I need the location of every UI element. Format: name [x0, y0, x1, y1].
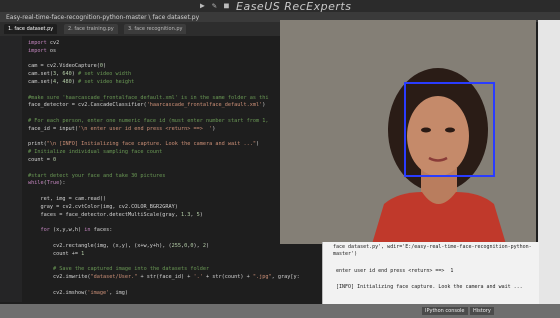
- code-line: print("\n [INFO] Initializing face captu…: [28, 141, 260, 148]
- code-line: import os: [28, 47, 57, 54]
- console-line: enter user id end press <return> ==> 1: [333, 268, 454, 274]
- code-line: # Initialize individual sampling face co…: [28, 149, 163, 156]
- code-line: #start detect your face and take 30 pict…: [28, 172, 166, 179]
- code-line: count += 1: [28, 250, 85, 257]
- code-line: cam.set(4, 480) # set video height: [28, 79, 135, 85]
- code-line: # Save the captured image into the datas…: [53, 266, 210, 273]
- tab-face-training[interactable]: 2. face training.py: [64, 24, 118, 34]
- console-line: master'): [333, 251, 358, 257]
- console-line: [INFO] Initializing face capture. Look t…: [333, 284, 523, 290]
- editor-tabs: 1. face dataset.py 2. face training.py 3…: [0, 22, 300, 36]
- debug-icon[interactable]: ✎: [212, 2, 220, 10]
- stop-icon[interactable]: ■: [224, 2, 232, 10]
- code-line: face_id = input('\n enter user id end pr…: [28, 125, 216, 132]
- ipython-console-tab[interactable]: IPython console: [422, 307, 468, 315]
- code-line: #make sure 'haarcascade_frontalface_defa…: [28, 94, 269, 101]
- code-editor[interactable]: 1import cv22import os34cam = cv2.VideoCa…: [22, 36, 300, 302]
- code-line: for (x,y,w,h) in faces:: [40, 227, 113, 234]
- code-line: cv2.imshow('image', img): [28, 289, 128, 296]
- code-line: face_detector = cv2.CascadeClassifier('h…: [28, 102, 266, 109]
- ipython-console[interactable]: face dataset.py', wdir='E:/easy-real-tim…: [322, 242, 539, 304]
- code-line: cam.set(3, 640) # set video width: [28, 71, 132, 78]
- code-line: cam = cv2.VideoCapture(0): [28, 63, 107, 70]
- tab-face-dataset[interactable]: 1. face dataset.py: [4, 24, 58, 34]
- window-title: Easy-real-time-face-recognition-python-m…: [6, 14, 200, 21]
- code-line: count = 0: [28, 157, 57, 163]
- status-bar: IPython console History: [0, 304, 560, 318]
- code-line: cv2.imwrite("dataset/User." + str(face_i…: [28, 274, 300, 280]
- code-line: cv2.rectangle(img, (x,y), (x+w,y+h), (25…: [28, 242, 210, 249]
- code-line: while(True):: [28, 180, 66, 187]
- console-line: face dataset.py', wdir='E:/easy-real-tim…: [333, 244, 532, 250]
- toolbar: ▶ ✎ ■ EaseUS RecExperts: [0, 0, 560, 13]
- camera-image-window: [280, 20, 536, 244]
- code-line: import cv2: [28, 40, 60, 46]
- code-line: gray = cv2.cvtColor(img, cv2.COLOR_BGR2G…: [28, 203, 178, 210]
- history-tab[interactable]: History: [470, 307, 494, 315]
- webcam-frame: [280, 20, 536, 244]
- tab-face-recognition[interactable]: 3. face recognition.py: [124, 24, 187, 34]
- side-panel: [538, 20, 560, 304]
- code-line: faces = face_detector.detectMultiScale(g…: [28, 211, 203, 218]
- code-line: # For each person, enter one numeric fac…: [28, 118, 269, 124]
- line-gutter: [0, 36, 22, 302]
- run-icon[interactable]: ▶: [200, 2, 208, 10]
- code-line: ret, img = cam.read(): [28, 196, 107, 202]
